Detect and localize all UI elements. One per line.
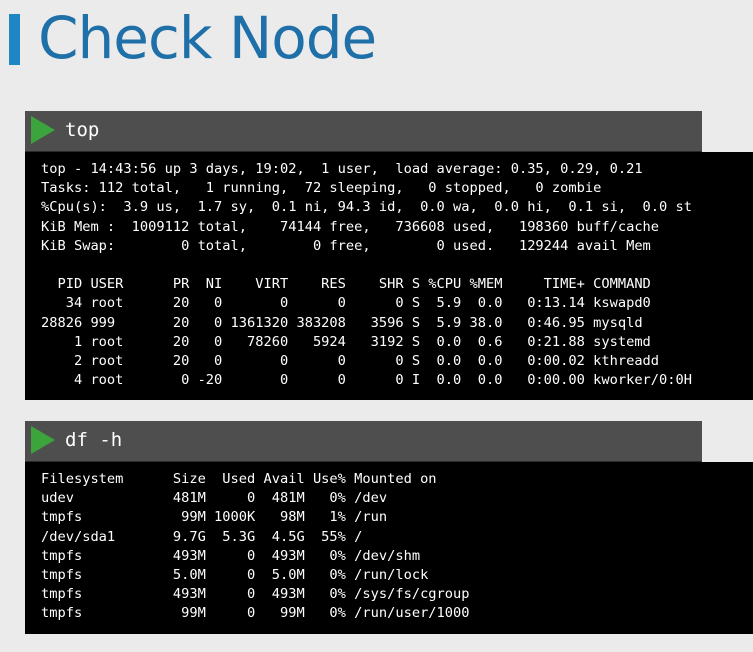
top-summary-line-1: top - 14:43:56 up 3 days, 19:02, 1 user,… (41, 161, 643, 177)
process-row: 28826 999 20 0 1361320 383208 3596 S 5.9… (41, 314, 643, 331)
df-terminal-output: Filesystem Size Used Avail Use% Mounted … (25, 462, 753, 634)
top-terminal-output: top - 14:43:56 up 3 days, 19:02, 1 user,… (25, 152, 753, 400)
title-accent-bar (9, 14, 20, 65)
process-row: 1 root 20 0 78260 5924 3192 S 0.0 0.6 0:… (41, 333, 651, 350)
filesystem-row: tmpfs 99M 0 99M 0% /run/user/1000 (41, 605, 470, 622)
play-icon (31, 426, 55, 454)
filesystem-row: tmpfs 493M 0 493M 0% /dev/shm (41, 547, 421, 564)
process-row: 2 root 20 0 0 0 0 S 0.0 0.0 0:00.02 kthr… (41, 353, 660, 370)
top-summary-line-2: Tasks: 112 total, 1 running, 72 sleeping… (41, 180, 602, 197)
df-command-bar: df -h (25, 421, 702, 462)
filesystem-row: tmpfs 493M 0 493M 0% /sys/fs/cgroup (41, 586, 470, 603)
top-summary-line-4: KiB Mem : 1009112 total, 74144 free, 736… (41, 218, 660, 235)
filesystem-row: /dev/sda1 9.7G 5.3G 4.5G 55% / (41, 528, 363, 545)
filesystem-table-header: Filesystem Size Used Avail Use% Mounted … (41, 471, 437, 487)
filesystem-row: tmpfs 99M 1000K 98M 1% /run (41, 509, 388, 526)
process-row: 34 root 20 0 0 0 0 S 5.9 0.0 0:13.14 ksw… (41, 295, 651, 312)
top-command-bar: top (25, 111, 702, 152)
top-command: top (65, 119, 100, 141)
process-row: 4 root 0 -20 0 0 0 I 0.0 0.0 0:00.00 kwo… (41, 372, 693, 389)
filesystem-row: tmpfs 5.0M 0 5.0M 0% /run/lock (41, 567, 429, 584)
page-title: Check Node (38, 4, 377, 72)
df-command: df -h (65, 429, 123, 451)
top-summary-line-3: %Cpu(s): 3.9 us, 1.7 sy, 0.1 ni, 94.3 id… (41, 199, 693, 216)
play-icon (31, 116, 55, 144)
top-summary-line-5: KiB Swap: 0 total, 0 free, 0 used. 12924… (41, 237, 651, 254)
filesystem-row: udev 481M 0 481M 0% /dev (41, 490, 388, 507)
process-table-header: PID USER PR NI VIRT RES SHR S %CPU %MEM … (41, 276, 651, 293)
blank-line (41, 256, 753, 275)
